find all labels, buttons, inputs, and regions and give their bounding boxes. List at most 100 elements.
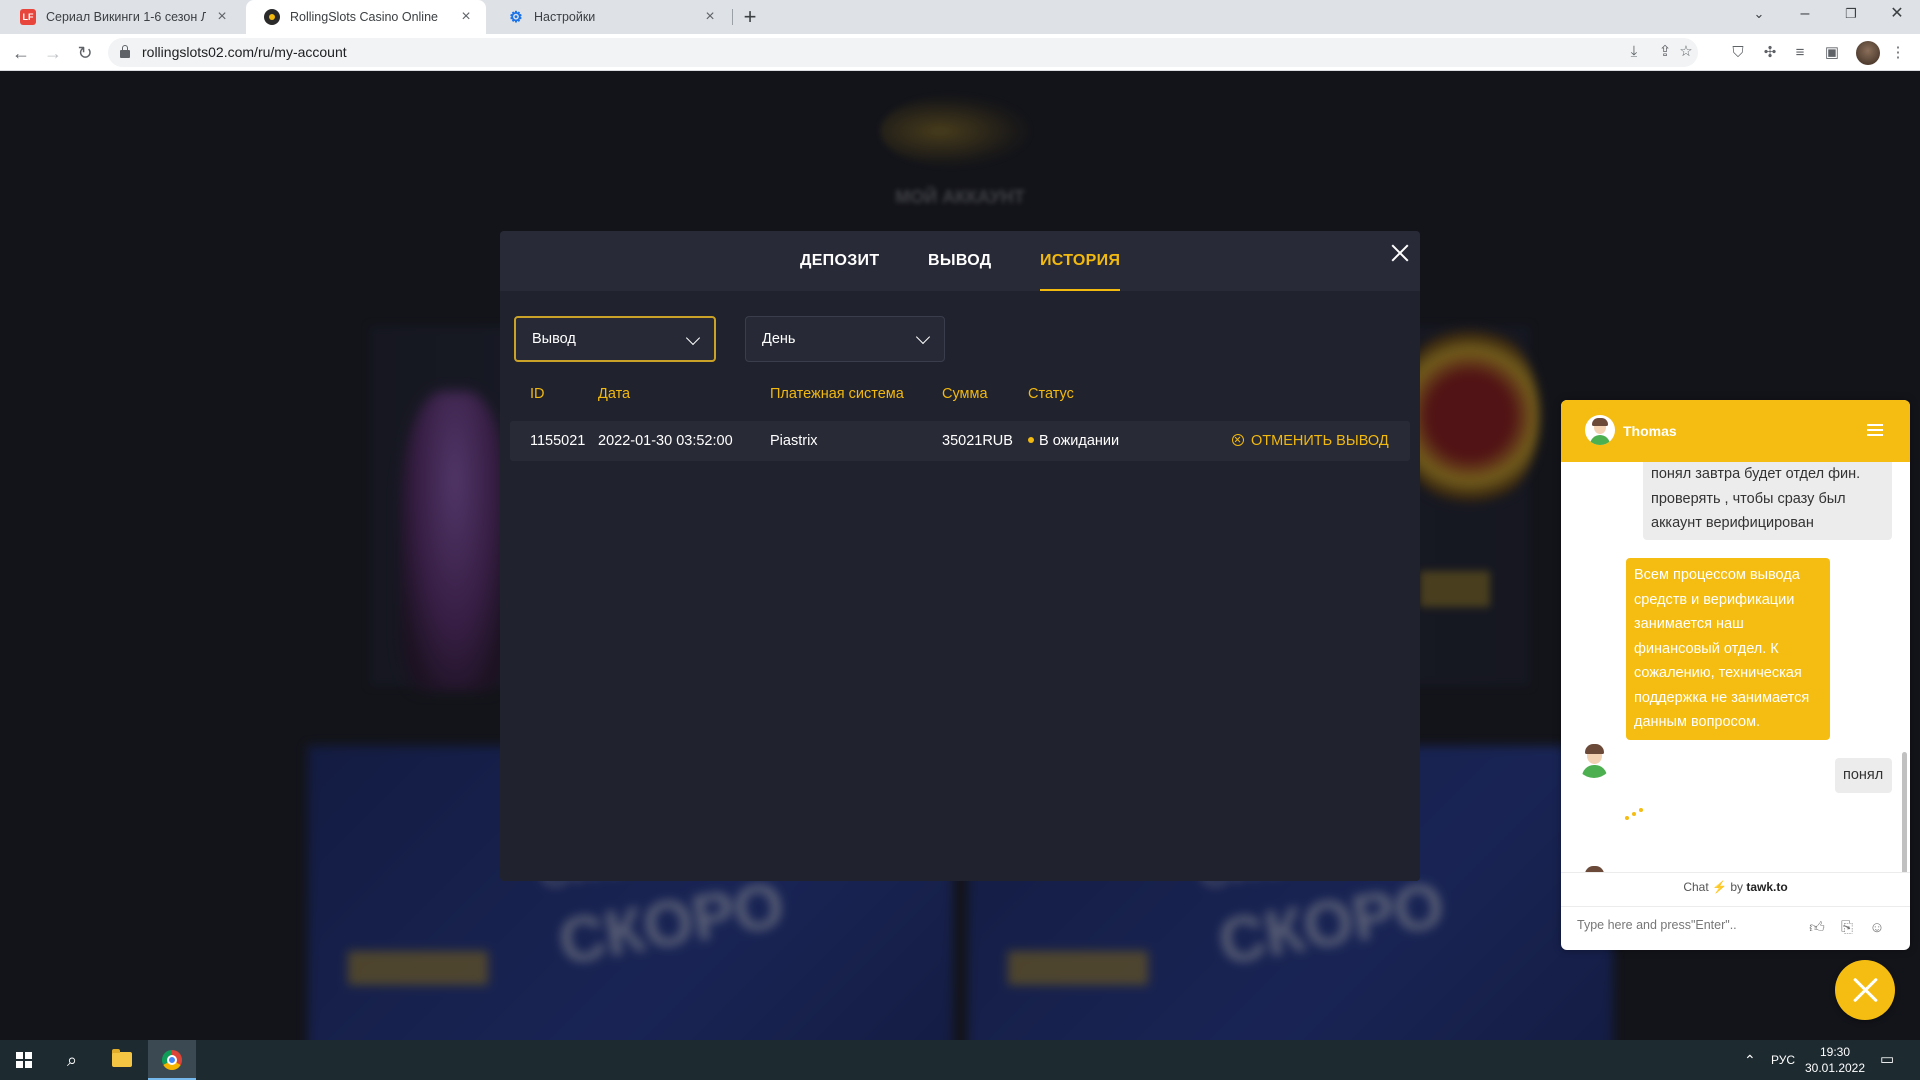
media-queue-icon[interactable]: ≡ [1790,43,1810,63]
file-explorer-button[interactable] [98,1040,146,1080]
profile-avatar[interactable] [1856,41,1880,65]
message-line: поддержка не занимается [1634,689,1810,706]
column-header-payment-system: Платежная система [770,386,904,402]
message-line: понял [1843,767,1884,783]
language-indicator[interactable]: РУС [1771,1040,1795,1080]
new-tab-button[interactable]: + [737,4,763,30]
branding-name: tawk.to [1746,880,1788,894]
browser-tab-strip: LF Сериал Викинги 1-6 сезон Лост × Rolli… [0,0,1920,34]
chat-header: Thomas [1561,400,1910,462]
message-line: проверять , чтобы сразу был [1651,490,1846,507]
windows-logo-icon [16,1052,32,1068]
tab-withdraw[interactable]: ВЫВОД [928,231,992,291]
tab-title: RollingSlots Casino Online [290,10,438,24]
agent-name: Thomas [1623,423,1677,439]
chat-widget: Thomas понял завтра будет отдел фин. про… [1561,400,1910,950]
lock-icon[interactable] [120,45,130,58]
notifications-icon[interactable]: ▭ [1880,1040,1894,1080]
system-clock[interactable]: 19:30 30.01.2022 [1800,1044,1870,1076]
more-menu-icon[interactable]: ⋮ [1888,43,1908,63]
cancel-circle-icon [1232,434,1244,446]
tab-deposit[interactable]: ДЕПОЗИТ [800,231,879,291]
close-tab-icon[interactable]: × [214,8,230,26]
select-value: День [762,331,796,347]
close-tab-icon[interactable]: × [702,8,718,26]
transaction-type-select[interactable]: Вывод [514,316,716,362]
account-modal: ДЕПОЗИТ ВЫВОД ИСТОРИЯ Вывод День ID Дата… [500,231,1420,881]
paperclip-icon[interactable]: ⎘ [1837,918,1857,938]
tab-history[interactable]: ИСТОРИЯ [1040,231,1121,291]
thumbs-up-icon[interactable]: 👍︎ [1807,918,1827,938]
message-line: средств и верификации [1634,591,1795,608]
agent-message: Всем процессом вывода средств и верифика… [1626,558,1830,740]
bookmark-star-icon[interactable]: ☆ [1676,42,1696,62]
chat-messages[interactable]: понял завтра будет отдел фин. проверять … [1561,462,1910,872]
close-icon[interactable] [1388,241,1412,265]
agent-avatar [1575,862,1613,872]
back-arrow-icon[interactable]: ← [8,40,34,66]
url-text[interactable]: rollingslots02.com/ru/my-account [142,38,347,67]
side-panel-icon[interactable]: ▣ [1822,43,1842,63]
browser-toolbar: ← → ↻ rollingslots02.com/ru/my-account ⤓… [0,34,1920,71]
lostfilm-favicon-icon: LF [20,9,36,25]
tray-overflow-icon[interactable]: ⌃ [1744,1040,1756,1080]
message-line: понял завтра будет отдел фин. [1651,466,1861,482]
tab-title: Настройки [534,10,596,24]
table-row: 1155021 2022-01-30 03:52:00 Piastrix 350… [510,421,1410,461]
message-line: финансовый отдел. К [1634,640,1779,657]
tab-search-icon[interactable]: ⌄ [1736,0,1782,30]
chat-scrollbar[interactable] [1902,752,1907,872]
forward-arrow-icon[interactable]: → [40,40,66,66]
extensions-puzzle-icon[interactable]: ✣ [1760,43,1780,63]
pending-status-dot-icon [1028,437,1034,444]
window-close-button[interactable]: ✕ [1874,0,1920,30]
casino-favicon-icon [264,9,280,25]
cancel-withdrawal-label: ОТМЕНИТЬ ВЫВОД [1251,433,1389,449]
clock-time: 19:30 [1819,1045,1851,1059]
share-icon[interactable]: ⇪ [1655,42,1675,62]
tab-separator [732,9,733,25]
minimize-button[interactable]: – [1782,0,1828,30]
close-tab-icon[interactable]: × [458,8,474,26]
tawk-branding-link[interactable]: Chat ⚡ by tawk.to [1561,880,1910,894]
browser-tab-active[interactable]: RollingSlots Casino Online × [246,0,486,34]
install-app-icon[interactable]: ⤓ [1624,42,1644,62]
emoji-icon[interactable]: ☺ [1867,918,1887,938]
cancel-withdrawal-button[interactable]: ОТМЕНИТЬ ВЫВОД [1232,421,1389,461]
cell-date: 2022-01-30 03:52:00 [598,433,733,449]
visitor-message: понял [1835,758,1892,793]
chrome-taskbar-button[interactable] [148,1040,196,1080]
agent-avatar [1585,415,1615,445]
restore-button[interactable]: ❐ [1828,0,1874,30]
select-value: Вывод [532,331,576,347]
chat-message-input[interactable] [1577,918,1797,932]
cell-status: В ожидании [1028,421,1119,461]
message-line: Всем процессом вывода [1634,567,1800,583]
clock-date: 30.01.2022 [1804,1061,1866,1075]
folder-icon [112,1049,132,1067]
browser-tab[interactable]: LF Сериал Викинги 1-6 сезон Лост × [2,0,242,34]
message-line: аккаунт верифицирован [1651,515,1814,531]
branding-by: by [1730,880,1743,894]
reload-icon[interactable]: ↻ [72,40,98,66]
windows-taskbar: ⌕ ⌃ РУС 19:30 30.01.2022 ▭ [0,1040,1920,1080]
address-bar[interactable]: rollingslots02.com/ru/my-account ⤓ ⇪ ☆ [108,38,1698,67]
menu-icon[interactable] [1867,424,1883,436]
agent-avatar [1575,740,1613,778]
cell-payment-system: Piastrix [770,433,818,449]
browser-tab[interactable]: ⚙ Настройки × [490,0,730,34]
message-line: занимается наш [1634,616,1744,632]
branding-prefix: Chat [1683,880,1709,894]
chrome-icon [162,1050,182,1070]
shield-extension-icon[interactable]: ⛉ [1728,43,1748,63]
column-header-status: Статус [1028,386,1074,402]
period-select[interactable]: День [745,316,945,362]
start-button[interactable] [0,1040,48,1080]
message-line: данным вопросом. [1634,714,1761,730]
divider [1561,906,1910,907]
search-icon[interactable]: ⌕ [48,1040,96,1080]
chat-close-button[interactable] [1835,960,1895,1020]
column-header-amount: Сумма [942,386,988,402]
cell-amount: 35021RUB [942,433,1013,449]
chevron-down-icon [915,329,931,345]
